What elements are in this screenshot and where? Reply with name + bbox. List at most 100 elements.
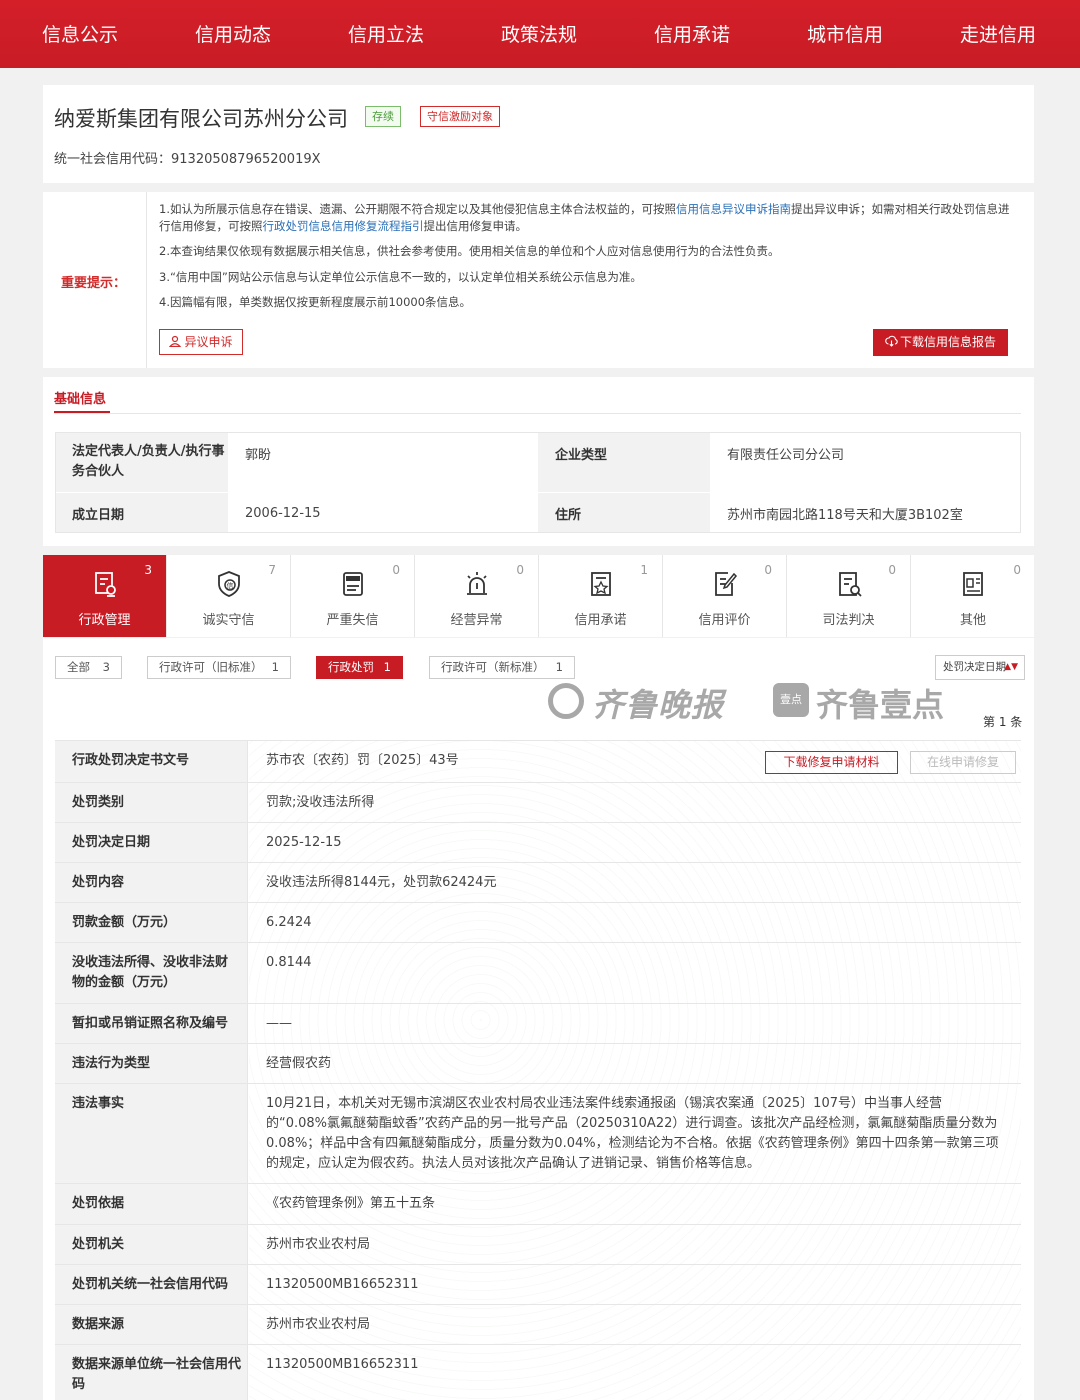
tab-count: 7 bbox=[268, 563, 276, 577]
tab-judicial-judgment[interactable]: 0 司法判决 bbox=[787, 555, 911, 637]
row-value: 苏市农〔农药〕罚〔2025〕43号 bbox=[266, 753, 459, 768]
alarm-light-icon bbox=[467, 572, 487, 595]
row-value: 0.8144 bbox=[266, 955, 312, 970]
download-report-label: 下载信用信息报告 bbox=[899, 335, 996, 349]
status-badge: 存续 bbox=[365, 106, 401, 127]
tab-label: 其他 bbox=[959, 613, 986, 628]
table-row: 数据来源单位统一社会信用代码 11320500MB16652311 bbox=[55, 1345, 1021, 1400]
sort-select-value: 处罚决定日期 bbox=[943, 661, 1006, 673]
nav-item-about-credit[interactable]: 走进信用 bbox=[960, 0, 1036, 68]
incentive-badge: 守信激励对象 bbox=[420, 106, 500, 127]
row-value: 经营假农药 bbox=[266, 1056, 332, 1071]
table-row: 处罚机关统一社会信用代码 11320500MB16652311 bbox=[55, 1265, 1021, 1305]
nav-item-info-disclosure[interactable]: 信息公示 bbox=[42, 0, 118, 68]
row-value: 10月21日，本机关对无锡市滨湖区农业农村局农业违法案件线索通报函（锡滨农案通〔… bbox=[266, 1096, 999, 1171]
watermark-brand-1: 齐鲁晚报 bbox=[592, 686, 725, 724]
nav-item-credit-legislation[interactable]: 信用立法 bbox=[348, 0, 424, 68]
table-row: 数据来源 苏州市农业农村局 bbox=[55, 1305, 1021, 1345]
appeal-guide-link[interactable]: 信用信息异议申诉指南 bbox=[676, 202, 791, 216]
row-label: 数据来源单位统一社会信用代码 bbox=[55, 1345, 248, 1400]
row-label: 处罚类别 bbox=[55, 783, 248, 822]
evaluation-icon bbox=[715, 572, 738, 596]
media-watermark: 齐鲁晚报 壹点 齐鲁壹点 bbox=[548, 680, 944, 724]
download-repair-materials-button[interactable]: 下载修复申请材料 bbox=[765, 751, 898, 774]
tab-other[interactable]: 0 其他 bbox=[911, 555, 1035, 637]
filter-license-old[interactable]: 行政许可（旧标准） 1 bbox=[147, 656, 291, 679]
row-label: 处罚机关 bbox=[55, 1225, 248, 1264]
row-value: 没收违法所得8144元，处罚款62424元 bbox=[266, 875, 497, 890]
legal-rep-value: 郭盼 bbox=[228, 432, 538, 492]
tab-label: 诚实守信 bbox=[202, 613, 255, 628]
founded-value: 2006-12-15 bbox=[228, 493, 538, 533]
row-value: 6.2424 bbox=[266, 915, 312, 930]
row-label: 处罚决定日期 bbox=[55, 823, 248, 862]
row-value: 《农药管理条例》第五十五条 bbox=[266, 1196, 436, 1211]
nav-item-policies[interactable]: 政策法规 bbox=[501, 0, 577, 68]
company-type-label: 企业类型 bbox=[538, 432, 710, 492]
tab-serious-dishonesty[interactable]: 0 严重失信 bbox=[291, 555, 415, 637]
row-label: 处罚机关统一社会信用代码 bbox=[55, 1265, 248, 1304]
appeal-button-label: 异议申诉 bbox=[184, 335, 233, 349]
tab-label: 信用评价 bbox=[698, 613, 751, 628]
nav-item-city-credit[interactable]: 城市信用 bbox=[807, 0, 883, 68]
notice-line-2: 2.本查询结果仅依现有数据展示相关信息，供社会参考使用。使用相关信息的单位和个人… bbox=[159, 244, 780, 258]
filter-count: 3 bbox=[102, 660, 110, 674]
sort-select[interactable]: 处罚决定日期 ▲▼ bbox=[935, 655, 1025, 680]
basic-info-title: 基础信息 bbox=[54, 392, 107, 407]
repair-guide-link[interactable]: 行政处罚信息信用修复流程指引 bbox=[263, 219, 424, 233]
tab-label: 严重失信 bbox=[326, 613, 379, 628]
cloud-download-icon bbox=[885, 335, 898, 347]
notice-title: 重要提示： bbox=[61, 276, 127, 291]
tab-business-abnormal[interactable]: 0 经营异常 bbox=[415, 555, 539, 637]
tab-label: 经营异常 bbox=[450, 613, 503, 628]
notice-panel: 重要提示： 1.如认为所展示信息存在错误、遗漏、公开期限不符合规定以及其他侵犯信… bbox=[43, 192, 1034, 368]
tab-credit-commitment[interactable]: 1 信用承诺 bbox=[539, 555, 663, 637]
row-label: 暂扣或吊销证照名称及编号 bbox=[55, 1004, 248, 1043]
filter-count: 1 bbox=[383, 660, 391, 674]
address-label: 住所 bbox=[538, 493, 710, 533]
tab-count: 0 bbox=[764, 563, 772, 577]
filter-license-new[interactable]: 行政许可（新标准） 1 bbox=[429, 656, 575, 679]
filter-penalty[interactable]: 行政处罚 1 bbox=[316, 656, 403, 679]
table-row: 没收违法所得、没收非法财物的金额（万元） 0.8144 bbox=[55, 943, 1021, 1004]
top-navigation: 信息公示 信用动态 信用立法 政策法规 信用承诺 城市信用 走进信用 bbox=[0, 0, 1080, 68]
table-row: 处罚机关 苏州市农业农村局 bbox=[55, 1225, 1021, 1265]
tab-admin-management[interactable]: 3 行政管理 bbox=[43, 555, 167, 637]
tab-count: 3 bbox=[144, 563, 152, 577]
company-card: 纳爱斯集团有限公司苏州分公司 存续 守信激励对象 统一社会信用代码：913205… bbox=[43, 85, 1034, 183]
sort-caret-icon: ▲▼ bbox=[1004, 662, 1018, 672]
nav-item-credit-commitment[interactable]: 信用承诺 bbox=[654, 0, 730, 68]
row-value: 11320500MB16652311 bbox=[266, 1357, 419, 1372]
row-value: 11320500MB16652311 bbox=[266, 1277, 419, 1292]
filter-label: 行政许可（新标准） bbox=[441, 660, 545, 674]
table-row: 暂扣或吊销证照名称及编号 —— bbox=[55, 1004, 1021, 1044]
table-row: 处罚类别 罚款;没收违法所得 bbox=[55, 783, 1021, 823]
table-row: 行政处罚决定书文号 苏市农〔农药〕罚〔2025〕43号 下载修复申请材料 在线申… bbox=[55, 740, 1021, 783]
credit-code: 统一社会信用代码：91320508796520019X bbox=[54, 148, 321, 167]
row-label: 处罚内容 bbox=[55, 863, 248, 902]
row-label: 处罚依据 bbox=[55, 1184, 248, 1224]
notice-line-4: 4.因篇幅有限，单类数据仅按更新程度展示前10000条信息。 bbox=[159, 295, 472, 309]
record-index: 第 1 条 bbox=[983, 715, 1023, 729]
appeal-button[interactable]: 异议申诉 bbox=[159, 329, 243, 355]
tab-honest-trust[interactable]: 7 信 诚实守信 bbox=[167, 555, 291, 637]
tab-credit-evaluation[interactable]: 0 信用评价 bbox=[663, 555, 787, 637]
company-name: 纳爱斯集团有限公司苏州分公司 bbox=[54, 107, 348, 131]
category-tabs: 3 行政管理 7 信 诚实守信 0 严重失信 0 经营异常 1 信用承诺 0 信… bbox=[43, 555, 1034, 637]
online-repair-button[interactable]: 在线申请修复 bbox=[910, 751, 1016, 774]
row-label: 数据来源 bbox=[55, 1305, 248, 1344]
legal-rep-label: 法定代表人/负责人/执行事务合伙人 bbox=[55, 432, 228, 492]
row-label: 违法行为类型 bbox=[55, 1044, 248, 1083]
nav-item-credit-news[interactable]: 信用动态 bbox=[195, 0, 271, 68]
row-label: 行政处罚决定书文号 bbox=[55, 741, 248, 782]
notice-text: 1.如认为所展示信息存在错误、遗漏、公开期限不符合规定以及其他侵犯信息主体合法权… bbox=[159, 202, 676, 216]
credit-code-label: 统一社会信用代码： bbox=[54, 152, 172, 167]
row-label: 罚款金额（万元） bbox=[55, 903, 248, 942]
filter-all[interactable]: 全部 3 bbox=[55, 656, 122, 679]
tab-label: 司法判决 bbox=[822, 613, 875, 628]
download-report-button[interactable]: 下载信用信息报告 bbox=[873, 329, 1008, 356]
row-value: 罚款;没收违法所得 bbox=[266, 795, 375, 810]
other-icon bbox=[963, 572, 983, 596]
tab-count: 1 bbox=[640, 563, 648, 577]
notice-title-column: 重要提示： bbox=[43, 192, 147, 368]
